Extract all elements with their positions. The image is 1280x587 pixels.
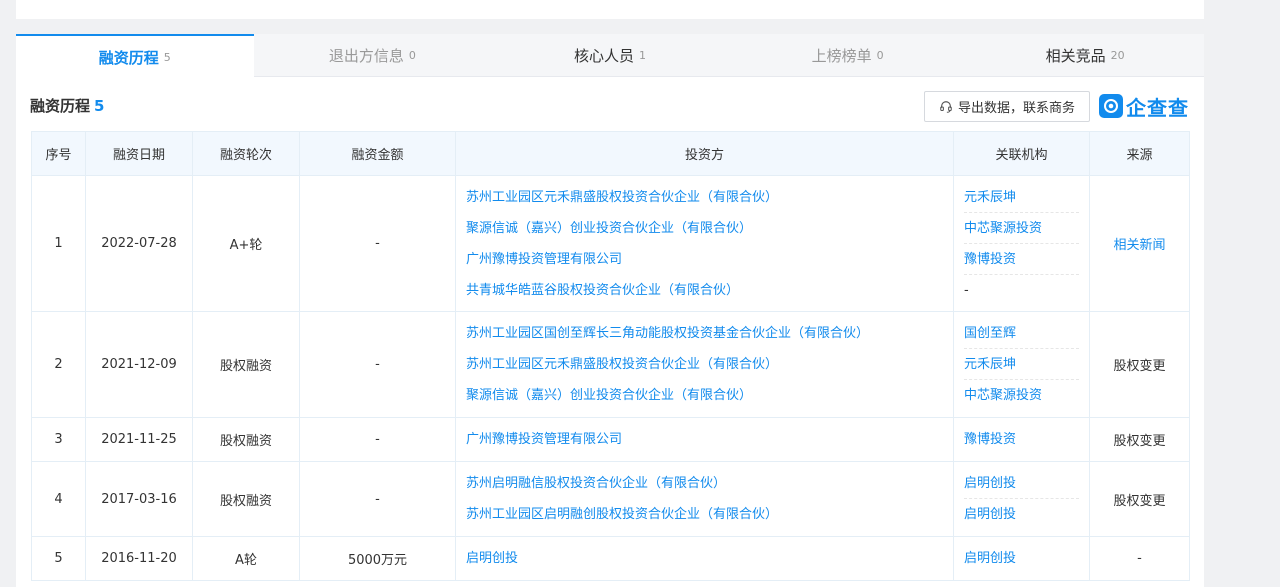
cell-index: 3: [31, 417, 86, 462]
header-round: 融资轮次: [192, 131, 300, 176]
tab-financing-history[interactable]: 融资历程 5: [16, 34, 254, 78]
tab-count: 5: [163, 50, 171, 64]
table-row: 3 2021-11-25 股权融资 - 广州豫博投资管理有限公司 豫博投资 股权…: [31, 417, 1190, 462]
investor-link[interactable]: 启明创投: [466, 543, 943, 574]
cell-amount: 5000万元: [299, 536, 456, 581]
header-index: 序号: [31, 131, 86, 176]
cell-round: 股权融资: [192, 417, 300, 462]
qichacha-logo: 企查查: [1099, 93, 1189, 120]
cell-source: -: [1089, 536, 1190, 581]
header-date: 融资日期: [85, 131, 193, 176]
tab-count: 20: [1110, 48, 1125, 62]
headset-icon: [940, 100, 952, 113]
table-row: 1 2022-07-28 A+轮 - 苏州工业园区元禾鼎盛股权投资合伙企业（有限…: [31, 175, 1190, 312]
tab-core-members[interactable]: 核心人员 1: [491, 34, 729, 76]
cell-date: 2021-12-09: [85, 311, 193, 418]
investor-link[interactable]: 广州豫博投资管理有限公司: [466, 424, 943, 455]
section-title-text: 融资历程: [30, 97, 91, 115]
related-org-empty: -: [964, 282, 969, 298]
related-org-link[interactable]: 国创至辉: [964, 318, 1079, 349]
cell-round: 股权融资: [192, 311, 300, 418]
tab-competitors[interactable]: 相关竞品 20: [966, 34, 1204, 76]
cell-amount: -: [299, 175, 456, 312]
related-org-link[interactable]: 启明创投: [964, 468, 1079, 499]
financing-table: 序号 融资日期 融资轮次 融资金额 投资方 关联机构 来源 1 2022-07-…: [31, 131, 1190, 581]
cell-date: 2017-03-16: [85, 461, 193, 537]
tab-bar: 融资历程 5 退出方信息 0 核心人员 1 上榜榜单 0 相关竞品 20: [16, 34, 1204, 78]
tab-label: 上榜榜单: [811, 46, 872, 65]
cell-related-org: 国创至辉 元禾辰坤 中芯聚源投资: [953, 311, 1090, 418]
top-card-edge: [16, 0, 1204, 19]
cell-investors: 苏州启明融信股权投资合伙企业（有限合伙） 苏州工业园区启明融创股权投资合伙企业（…: [455, 461, 954, 537]
cell-date: 2022-07-28: [85, 175, 193, 312]
export-data-button[interactable]: 导出数据，联系商务: [924, 91, 1090, 122]
cell-source: 股权变更: [1089, 417, 1190, 462]
related-org-link[interactable]: 元禾辰坤: [964, 349, 1079, 380]
cell-source: 股权变更: [1089, 461, 1190, 537]
cell-investors: 苏州工业园区国创至辉长三角动能股权投资基金合伙企业（有限合伙） 苏州工业园区元禾…: [455, 311, 954, 418]
investor-link[interactable]: 聚源信诚（嘉兴）创业投资合伙企业（有限合伙）: [466, 380, 943, 411]
tab-exit-info[interactable]: 退出方信息 0: [254, 34, 492, 76]
related-org-link[interactable]: 中芯聚源投资: [964, 213, 1079, 244]
qichacha-logo-text: 企查查: [1126, 95, 1189, 120]
cell-related-org: 豫博投资: [953, 417, 1090, 462]
cell-round: A轮: [192, 536, 300, 581]
cell-index: 2: [31, 311, 86, 418]
table-row: 5 2016-11-20 A轮 5000万元 启明创投 启明创投 -: [31, 536, 1190, 581]
cell-date: 2016-11-20: [85, 536, 193, 581]
tab-count: 1: [638, 48, 646, 62]
cell-index: 5: [31, 536, 86, 581]
header-source: 来源: [1089, 131, 1190, 176]
tab-label: 相关竞品: [1045, 46, 1106, 65]
section-count: 5: [94, 97, 105, 115]
related-org-link[interactable]: 元禾辰坤: [964, 182, 1079, 213]
table-header-row: 序号 融资日期 融资轮次 融资金额 投资方 关联机构 来源: [31, 131, 1190, 176]
cell-amount: -: [299, 311, 456, 418]
investor-link[interactable]: 苏州工业园区启明融创股权投资合伙企业（有限合伙）: [466, 499, 943, 530]
related-org-link[interactable]: 豫博投资: [964, 244, 1079, 275]
cell-related-org: 启明创投 启明创投: [953, 461, 1090, 537]
cell-investors: 苏州工业园区元禾鼎盛股权投资合伙企业（有限合伙） 聚源信诚（嘉兴）创业投资合伙企…: [455, 175, 954, 312]
header-investors: 投资方: [455, 131, 954, 176]
header-related-org: 关联机构: [953, 131, 1090, 176]
investor-link[interactable]: 苏州工业园区国创至辉长三角动能股权投资基金合伙企业（有限合伙）: [466, 318, 943, 349]
investor-link[interactable]: 共青城华皓蓝谷股权投资合伙企业（有限合伙）: [466, 275, 943, 306]
cell-source: 股权变更: [1089, 311, 1190, 418]
table-row: 4 2017-03-16 股权融资 - 苏州启明融信股权投资合伙企业（有限合伙）…: [31, 461, 1190, 537]
header-amount: 融资金额: [299, 131, 456, 176]
cell-amount: -: [299, 417, 456, 462]
qichacha-logo-icon: [1099, 94, 1123, 118]
cell-index: 1: [31, 175, 86, 312]
related-org-link[interactable]: 豫博投资: [964, 424, 1079, 455]
financing-panel: 融资历程 5 导出数据，联系商务 企查查 序号 融资日期 融资轮次 融资金额 投…: [16, 77, 1204, 587]
cell-related-org: 启明创投: [953, 536, 1090, 581]
cell-investors: 启明创投: [455, 536, 954, 581]
tab-count: 0: [408, 48, 416, 62]
cell-round: A+轮: [192, 175, 300, 312]
tab-count: 0: [876, 48, 884, 62]
investor-link[interactable]: 广州豫博投资管理有限公司: [466, 244, 943, 275]
investor-link[interactable]: 苏州工业园区元禾鼎盛股权投资合伙企业（有限合伙）: [466, 349, 943, 380]
cell-round: 股权融资: [192, 461, 300, 537]
related-org-link[interactable]: 启明创投: [964, 499, 1079, 530]
tab-label: 核心人员: [573, 46, 634, 65]
source-news-link[interactable]: 相关新闻: [1089, 175, 1190, 312]
tab-rankings[interactable]: 上榜榜单 0: [729, 34, 967, 76]
cell-index: 4: [31, 461, 86, 537]
related-org-link[interactable]: 中芯聚源投资: [964, 380, 1079, 411]
tab-label: 融资历程: [98, 48, 159, 67]
export-label: 导出数据，联系商务: [957, 101, 1075, 116]
related-org-link[interactable]: 启明创投: [964, 543, 1079, 574]
investor-link[interactable]: 聚源信诚（嘉兴）创业投资合伙企业（有限合伙）: [466, 213, 943, 244]
cell-amount: -: [299, 461, 456, 537]
investor-link[interactable]: 苏州工业园区元禾鼎盛股权投资合伙企业（有限合伙）: [466, 182, 943, 213]
cell-date: 2021-11-25: [85, 417, 193, 462]
tab-label: 退出方信息: [328, 46, 404, 65]
cell-related-org: 元禾辰坤 中芯聚源投资 豫博投资 -: [953, 175, 1090, 312]
table-row: 2 2021-12-09 股权融资 - 苏州工业园区国创至辉长三角动能股权投资基…: [31, 311, 1190, 418]
cell-investors: 广州豫博投资管理有限公司: [455, 417, 954, 462]
section-title: 融资历程 5: [30, 95, 104, 116]
investor-link[interactable]: 苏州启明融信股权投资合伙企业（有限合伙）: [466, 468, 943, 499]
